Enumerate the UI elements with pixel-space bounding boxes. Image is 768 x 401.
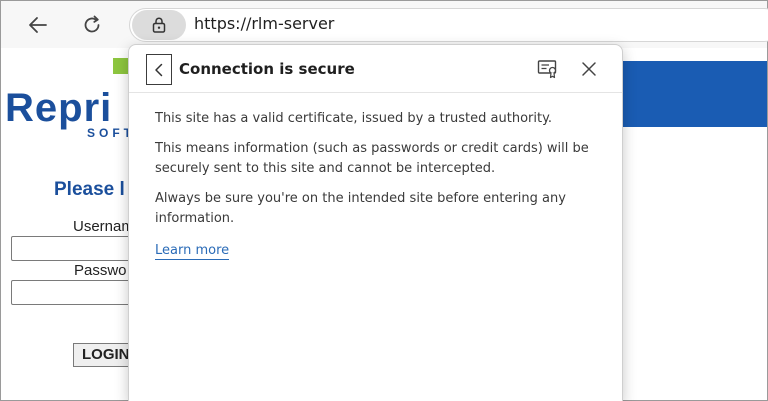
certificate-valid-text: This site has a valid certificate, issue… bbox=[155, 111, 553, 126]
username-label: Usernam bbox=[73, 218, 134, 235]
close-icon bbox=[582, 62, 596, 76]
flyout-body: This site has a valid certificate, issue… bbox=[155, 109, 605, 260]
chevron-left-icon bbox=[155, 63, 163, 76]
logo-text: Repri bbox=[5, 86, 113, 130]
login-heading: Please l bbox=[54, 179, 125, 200]
browser-toolbar: https://rlm-server bbox=[1, 1, 768, 48]
header-banner bbox=[621, 61, 767, 127]
learn-more-link[interactable]: Learn more bbox=[155, 243, 230, 260]
flyout-header: Connection is secure bbox=[129, 45, 622, 93]
intended-site-warning-text: Always be sure you're on the intended si… bbox=[155, 191, 566, 226]
site-info-button[interactable] bbox=[132, 10, 186, 40]
back-button[interactable] bbox=[21, 8, 55, 42]
lock-icon bbox=[152, 17, 166, 33]
logo-accent bbox=[113, 58, 129, 74]
connection-security-flyout: Connection is secure This site has a val… bbox=[128, 44, 623, 401]
close-button[interactable] bbox=[576, 56, 602, 82]
certificate-button[interactable] bbox=[535, 57, 561, 81]
refresh-icon bbox=[84, 15, 100, 33]
flyout-title: Connection is secure bbox=[179, 60, 355, 78]
certificate-icon bbox=[537, 60, 557, 79]
secure-transfer-text: This means information (such as password… bbox=[155, 141, 589, 176]
refresh-button[interactable] bbox=[75, 8, 109, 42]
arrow-left-icon bbox=[29, 17, 47, 33]
url-text[interactable]: https://rlm-server bbox=[194, 14, 334, 33]
password-label: Passwo bbox=[74, 262, 127, 279]
flyout-back-button[interactable] bbox=[146, 54, 172, 85]
